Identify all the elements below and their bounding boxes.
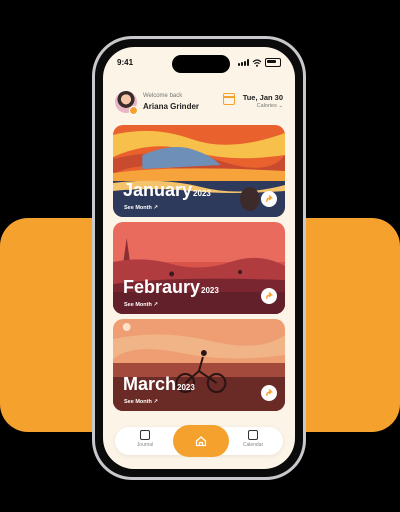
month-title: January2023	[123, 180, 211, 201]
see-month-link[interactable]: See Month ↗	[124, 399, 158, 405]
march-illustration	[113, 319, 285, 411]
month-name: March	[123, 374, 177, 394]
username: Ariana Grinder	[143, 102, 200, 111]
tab-journal-label: Journal	[136, 442, 154, 448]
tab-calendar-label: Calendar	[242, 442, 264, 448]
month-year: 2023	[201, 286, 219, 295]
month-card-february[interactable]: Febraury2023 See Month ↗	[113, 222, 285, 314]
month-card-list: January2023 See Month ↗ Febraury2023 See…	[113, 125, 285, 416]
month-name: January	[123, 180, 193, 200]
month-card-january[interactable]: January2023 See Month ↗	[113, 125, 285, 217]
see-month-link[interactable]: See Month ↗	[124, 302, 158, 308]
calendar-tab-icon	[248, 430, 258, 440]
see-month-link[interactable]: See Month ↗	[124, 205, 158, 211]
phone-bezel: 9:41 Welcome back Ariana Grinder Tue, Ja…	[95, 39, 303, 477]
february-illustration	[113, 222, 285, 314]
status-icons	[238, 58, 281, 67]
calendar-icon	[223, 93, 235, 105]
status-time: 9:41	[117, 58, 134, 67]
tab-calendar[interactable]: Calendar	[233, 430, 273, 448]
app-screen: 9:41 Welcome back Ariana Grinder Tue, Ja…	[103, 47, 295, 469]
welcome-text: Welcome back	[143, 93, 183, 99]
january-illustration	[113, 125, 285, 217]
calories-dropdown[interactable]: Calories ⌄	[257, 103, 283, 109]
avatar-badge-icon	[129, 106, 138, 115]
month-name: Febraury	[123, 277, 201, 297]
month-title: Febraury2023	[123, 277, 219, 298]
month-year: 2023	[177, 383, 195, 392]
month-card-march[interactable]: March2023 See Month ↗	[113, 319, 285, 411]
home-button[interactable]	[173, 425, 229, 457]
open-month-button[interactable]	[261, 385, 277, 401]
open-month-button[interactable]	[261, 288, 277, 304]
month-title: March2023	[123, 374, 195, 395]
month-year: 2023	[193, 189, 211, 198]
signal-icon	[238, 59, 249, 66]
home-icon	[195, 436, 207, 447]
chevron-down-icon: ⌄	[278, 103, 283, 109]
open-month-button[interactable]	[261, 191, 277, 207]
journal-icon	[140, 430, 150, 440]
wifi-icon	[252, 58, 262, 67]
battery-icon	[265, 58, 281, 67]
calories-label: Calories	[256, 103, 277, 109]
tab-journal[interactable]: Journal	[125, 430, 165, 448]
header: Welcome back Ariana Grinder Tue, Jan 30 …	[115, 91, 283, 117]
arrow-icon	[265, 194, 273, 202]
status-bar: 9:41	[117, 56, 281, 70]
arrow-icon	[265, 388, 273, 396]
arrow-icon	[265, 291, 273, 299]
bottom-tab-bar: Journal Calendar	[115, 425, 283, 457]
phone-frame: 9:41 Welcome back Ariana Grinder Tue, Ja…	[92, 36, 306, 480]
current-date: Tue, Jan 30	[242, 93, 283, 102]
